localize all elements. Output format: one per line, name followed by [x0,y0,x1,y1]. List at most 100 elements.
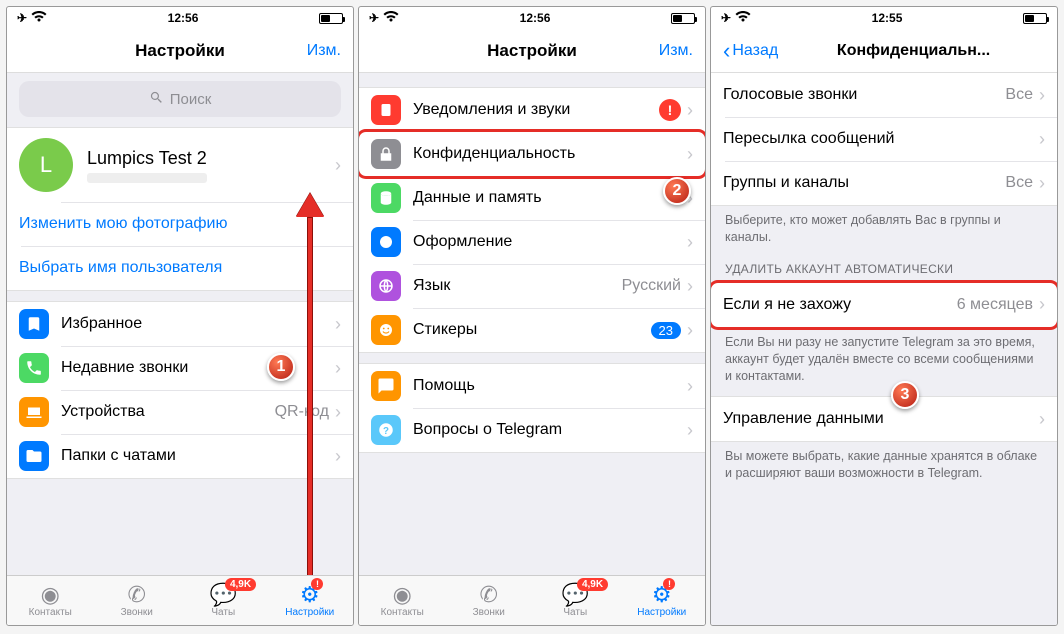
lock-icon [371,139,401,169]
scroll-content[interactable]: Голосовые звонки Все › Пересылка сообщен… [711,73,1057,625]
delete-account-footer: Если Вы ни разу не запустите Telegram за… [711,328,1057,387]
search-input[interactable]: Поиск [19,81,341,117]
devices-icon [19,397,49,427]
step-badge-2: 2 [663,177,691,205]
chevron-right-icon: › [687,420,693,441]
status-bar: ✈ 12:56 [7,7,353,29]
calls-icon: ✆ [480,584,498,606]
phone-icon [19,353,49,383]
chevron-right-icon: › [687,100,693,121]
step-badge-3: 3 [891,381,919,409]
chats-badge: 4,9K [225,578,256,591]
data-storage-row[interactable]: Данные и память › [359,176,705,220]
highlight-if-away: Если я не захожу 6 месяцев › [711,280,1057,330]
chevron-right-icon: › [335,402,341,423]
choose-username-link[interactable]: Выбрать имя пользователя [7,246,353,290]
settings-alert-badge: ! [311,578,323,590]
recent-calls-row[interactable]: Недавние звонки › [7,346,353,390]
help-row[interactable]: Помощь › [359,364,705,408]
search-icon [149,90,164,109]
saved-messages-row[interactable]: Избранное › [7,302,353,346]
sticker-icon [371,315,401,345]
chevron-right-icon: › [1039,294,1045,315]
data-management-row[interactable]: Управление данными › [711,397,1057,441]
step-badge-1: 1 [267,353,295,381]
nav-title: Настройки [7,41,353,61]
language-value: Русский [622,277,681,295]
edit-button[interactable]: Изм. [659,42,693,60]
status-time: 12:56 [520,11,551,25]
chevron-left-icon: ‹ [723,40,730,62]
status-bar: ✈ 12:56 [359,7,705,29]
forwarding-row[interactable]: Пересылка сообщений › [711,117,1057,161]
profile-row[interactable]: L Lumpics Test 2 › [7,128,353,202]
chevron-right-icon: › [335,155,341,176]
edit-button[interactable]: Изм. [307,42,341,60]
devices-row[interactable]: Устройства QR-код › [7,390,353,434]
tab-chats[interactable]: 💬4,9KЧаты [532,576,619,625]
stickers-row[interactable]: Стикеры 23 › [359,308,705,352]
database-icon [371,183,401,213]
avatar: L [19,138,73,192]
svg-text:?: ? [383,426,389,437]
alert-icon: ! [659,99,681,121]
tab-settings[interactable]: ⚙ ! Настройки [267,576,354,625]
tab-chats[interactable]: 💬 4,9K Чаты [180,576,267,625]
wifi-icon [31,11,47,26]
nav-bar: Настройки Изм. [7,29,353,73]
airplane-icon: ✈ [721,11,731,25]
tab-contacts[interactable]: ◉Контакты [359,576,446,625]
wifi-icon [383,11,399,26]
faq-row[interactable]: ? Вопросы о Telegram › [359,408,705,452]
phone-screenshot-3: ✈ 12:55 ‹ Назад Конфиденциальн... Голосо… [710,6,1058,626]
tab-calls[interactable]: ✆ Звонки [94,576,181,625]
phone-screenshot-2: ✈ 12:56 Настройки Изм. Уведомления и зву… [358,6,706,626]
battery-icon [671,13,695,24]
data-management-footer: Вы можете выбрать, какие данные хранятся… [711,442,1057,484]
appearance-icon [371,227,401,257]
phone-screenshot-1: ✈ 12:56 Настройки Изм. Поиск L Lumpics T… [6,6,354,626]
notifications-icon [371,95,401,125]
chevron-right-icon: › [335,314,341,335]
language-row[interactable]: Язык Русский › [359,264,705,308]
globe-icon [371,271,401,301]
if-away-row[interactable]: Если я не захожу 6 месяцев › [711,283,1057,327]
chats-badge: 4,9K [577,578,608,591]
tab-settings[interactable]: ⚙!Настройки [619,576,706,625]
scroll-content[interactable]: Поиск L Lumpics Test 2 › Изменить мою фо… [7,73,353,575]
groups-row[interactable]: Группы и каналы Все › [711,161,1057,205]
groups-value: Все [1005,174,1033,192]
nav-title: Конфиденциальн... [837,42,990,60]
nav-title: Настройки [359,41,705,61]
chevron-right-icon: › [335,358,341,379]
notifications-row[interactable]: Уведомления и звуки ! › [359,88,705,132]
delete-account-header: УДАЛИТЬ АККАУНТ АВТОМАТИЧЕСКИ [711,248,1057,282]
tab-calls[interactable]: ✆Звонки [446,576,533,625]
airplane-icon: ✈ [369,11,379,25]
back-button[interactable]: ‹ Назад [723,40,778,62]
scroll-content[interactable]: Уведомления и звуки ! › Конфиденциальнос… [359,73,705,575]
appearance-row[interactable]: Оформление › [359,220,705,264]
calls-icon: ✆ [128,584,146,606]
question-icon: ? [371,415,401,445]
chevron-right-icon: › [1039,85,1045,106]
voice-calls-row[interactable]: Голосовые звонки Все › [711,73,1057,117]
wifi-icon [735,11,751,26]
chevron-right-icon: › [1039,173,1045,194]
status-bar: ✈ 12:55 [711,7,1057,29]
tab-contacts[interactable]: ◉ Контакты [7,576,94,625]
privacy-row[interactable]: Конфиденциальность › [359,132,705,176]
airplane-icon: ✈ [17,11,27,25]
tab-bar: ◉ Контакты ✆ Звонки 💬 4,9K Чаты ⚙ ! Наст… [7,575,353,625]
chevron-right-icon: › [687,376,693,397]
highlight-privacy: Конфиденциальность › [359,129,705,179]
chevron-right-icon: › [1039,409,1045,430]
battery-icon [1023,13,1047,24]
stickers-badge: 23 [651,322,681,339]
bookmark-icon [19,309,49,339]
chat-folders-row[interactable]: Папки с чатами › [7,434,353,478]
chevron-right-icon: › [687,276,693,297]
nav-bar: ‹ Назад Конфиденциальн... [711,29,1057,73]
nav-bar: Настройки Изм. [359,29,705,73]
chevron-right-icon: › [687,320,693,341]
